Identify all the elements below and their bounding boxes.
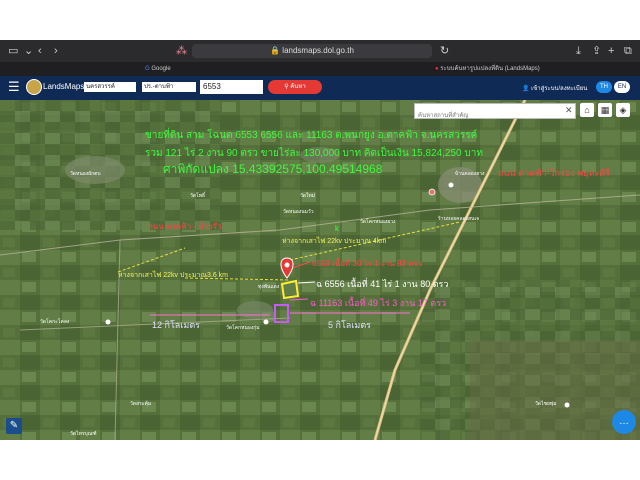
place-label: วัดหนองผักตบ [70, 171, 101, 177]
deed-6556-label: ฉ 6556 เนื้อที่ 41 ไร่ 1 งาน 80 ตรว [316, 279, 449, 289]
deed-11163-label: ฉ 11163 เนื้อที่ 49 ไร่ 3 งาน 17 ตรว [310, 298, 447, 308]
place-label: บ้านคลองยาง [455, 171, 485, 177]
download-icon[interactable]: ⤓ [576, 44, 581, 58]
poi-marker-restaurant [428, 188, 436, 196]
distance-right-label: 5 กิโลเมตร [328, 320, 371, 330]
place-label: วัดโคกหนองยาง [360, 219, 396, 225]
tools-icon[interactable]: ✎ [6, 418, 22, 434]
lang-en-button[interactable]: EN [614, 81, 630, 93]
grid-icon[interactable]: ▦ [598, 103, 612, 117]
coordinates-label: ศาพิกัดแปลง 15.43392575,100.49514968 [163, 162, 383, 176]
home-icon[interactable]: ⌂ [580, 103, 594, 117]
tab-landsmaps[interactable]: ● ระบบค้นหารูปแปลงที่ดิน (LandsMaps) [435, 62, 540, 76]
sale-title: ขายที่ดิน สาม โฉนด 6553 6556 และ 11163 ต… [145, 130, 478, 141]
doc-type-select[interactable]: ปร.-ตาบฟ้า [142, 82, 196, 92]
forward-icon[interactable]: › [54, 44, 58, 58]
lang-th-button[interactable]: TH [596, 81, 612, 93]
menu-icon[interactable]: ☰ [8, 80, 20, 94]
login-link[interactable]: 👤 เข้าสู่ระบบ/ลงทะเบียน [522, 83, 587, 93]
tab-strip: G Google ● ระบบค้นหารูปแปลงที่ดิน (Lands… [0, 62, 640, 76]
poi-marker-temple-ne [448, 182, 454, 188]
map-search-input[interactable]: ค้นหาสถานที่สำคัญ [414, 103, 576, 119]
place-label: วัดโคกะโคลง [40, 319, 70, 325]
place-label: วัดไชยพุ่ม [535, 401, 557, 407]
share-icon[interactable]: ⇪ [592, 44, 601, 58]
place-label: วัดไทรบุณฑ์ [70, 431, 97, 437]
lock-icon: 🔒 [270, 46, 281, 55]
province-select[interactable]: นครสวรรค์ [84, 82, 136, 92]
place-label: ร้านหอยคลองสนเจ [438, 216, 480, 222]
parcel-number-input[interactable]: 6553 [200, 80, 263, 94]
sale-total: รวม 121 ไร่ 2 งาน 90 ตรว ขายไร่ละ 130,00… [145, 148, 483, 159]
village-s [237, 301, 273, 319]
layers-icon[interactable]: ◈ [616, 103, 630, 117]
poi-marker-temple-w [105, 319, 111, 325]
search-button[interactable]: ⚲ ค้นหา [268, 80, 322, 94]
url-text: landsmaps.dol.go.th [282, 46, 354, 55]
chevron-down-icon[interactable]: ⌄ [24, 44, 33, 58]
sidebar-toggle-icon[interactable]: ▭ [8, 44, 18, 58]
deed-6553-label: 6553 เนื้อที่ 30 ไร่ 1 งาน 93 ตรว [312, 259, 423, 268]
place-label: วัดโพธิ์ [190, 193, 206, 199]
chat-icon[interactable]: … [612, 410, 636, 434]
google-icon: G [145, 66, 150, 72]
back-icon[interactable]: ‹ [38, 44, 42, 58]
pin-icon: ● [435, 66, 439, 72]
power-line-left-label: ห่างจากเสาไฟ 22kv ประมาณ3.6 km [118, 272, 228, 279]
place-label: วัดใหม่ [300, 193, 316, 199]
extensions-icon[interactable]: ⁂ [176, 44, 187, 58]
app-name: LandsMaps [43, 82, 85, 91]
power-line-right-label: ห่างจากเสาไฟ 22kv ประมาณ 4km [282, 238, 387, 245]
poi-marker-temple-se [564, 402, 570, 408]
satellite-map[interactable]: ค้นหาสถานที่สำคัญ ✕ ⌂ ▦ ◈ ขายที่ดิน สาม … [0, 100, 640, 440]
dol-logo [26, 79, 42, 95]
letter-k-label: k [335, 224, 339, 233]
poi-marker-temple-s [263, 319, 269, 325]
place-label: วัดหนองนมวัว [283, 209, 314, 215]
tab-google[interactable]: G Google [145, 62, 171, 76]
road-left-label: ถนน ตาคฟ้า - ห้วยรั่ว [148, 222, 222, 231]
place-label: ทุ่งพันแดง [258, 284, 280, 290]
distance-left-label: 12 กิโลเมตร [152, 320, 200, 330]
address-bar[interactable]: 🔒 landsmaps.dol.go.th [192, 44, 432, 58]
browser-toolbar: ▭ ⌄ ‹ › ⁂ 🔒 landsmaps.dol.go.th ↻ ⤓ ⇪ + … [0, 40, 640, 62]
new-tab-icon[interactable]: + [608, 44, 614, 58]
place-label: วัดโคกหนองกุ่ม [226, 325, 260, 331]
clear-icon[interactable]: ✕ [565, 103, 573, 117]
place-label: วัดสระคุ้ม [130, 401, 152, 407]
road-right-label: ถนน ตาคฟ้า-วิกรอง พยุหะคีรี [498, 168, 611, 178]
bottom-margin [0, 440, 640, 480]
app-header: ☰ LandsMaps นครสวรรค์ ปร.-ตาบฟ้า 6553 ⚲ … [0, 76, 640, 100]
tab-overview-icon[interactable]: ⧉ [624, 44, 632, 58]
user-icon: 👤 [522, 86, 532, 92]
reload-icon[interactable]: ↻ [440, 44, 449, 58]
top-margin [0, 0, 640, 40]
